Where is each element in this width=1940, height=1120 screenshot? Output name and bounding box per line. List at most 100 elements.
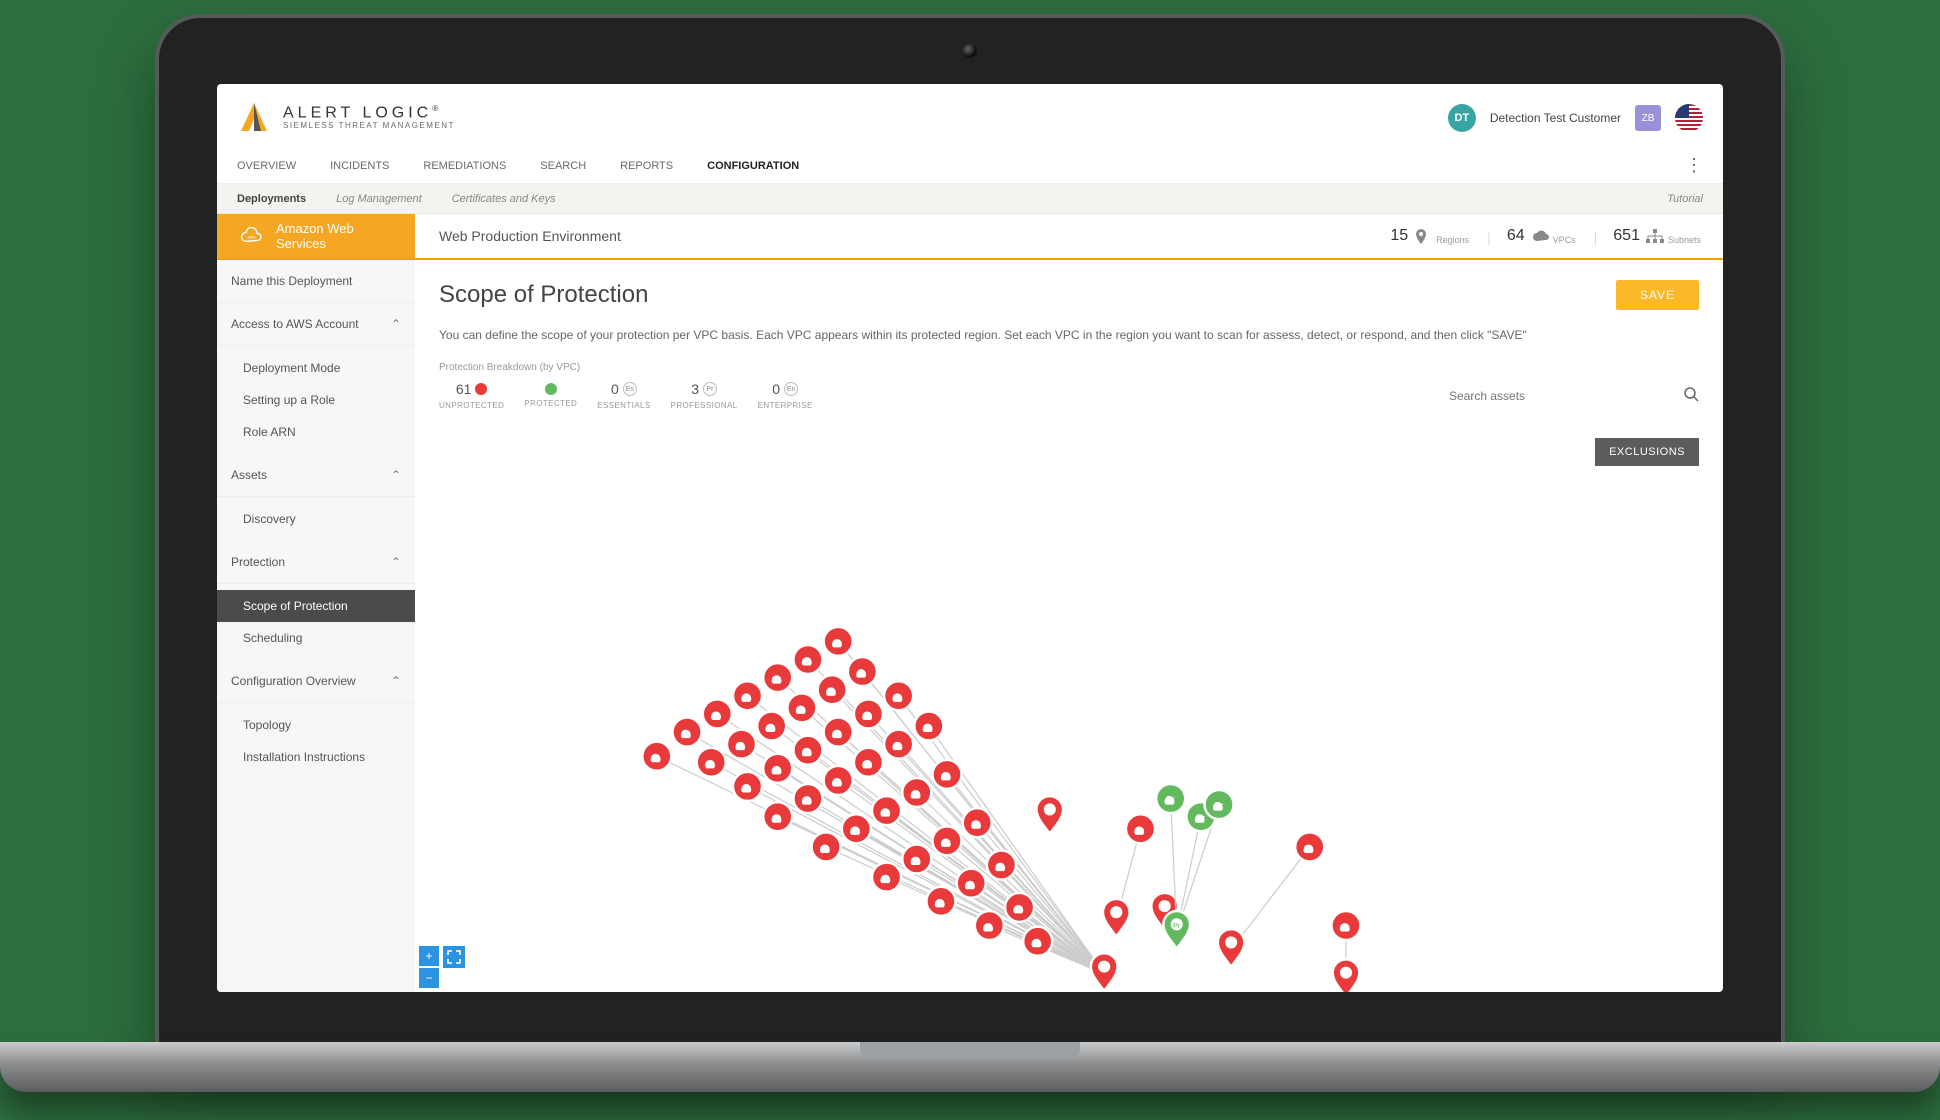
customer-name[interactable]: Detection Test Customer: [1490, 111, 1621, 125]
cloud-provider-chip[interactable]: aws Amazon Web Services: [217, 214, 415, 258]
environment-name: Web Production Environment: [415, 228, 1390, 244]
topology-node[interactable]: [1331, 911, 1360, 940]
sidebar-item-discovery[interactable]: Discovery: [217, 503, 415, 535]
topology-node[interactable]: [1023, 927, 1052, 956]
topology-node[interactable]: [793, 645, 822, 674]
topology-node[interactable]: [963, 808, 992, 837]
topology-node[interactable]: [697, 748, 726, 777]
secondary-tab-log-management[interactable]: Log Management: [336, 193, 422, 205]
topology-node[interactable]: [872, 863, 901, 892]
cloud-provider-label: Amazon Web Services: [276, 221, 393, 251]
breakdown-protected[interactable]: Protected: [524, 383, 577, 408]
topology-node[interactable]: [987, 851, 1016, 880]
topology-pin[interactable]: [1333, 959, 1360, 992]
zoom-in-button[interactable]: +: [419, 946, 439, 966]
sidebar-group-assets[interactable]: Assets⌃: [217, 454, 415, 497]
topology-node[interactable]: [902, 778, 931, 807]
topology-pin[interactable]: [1103, 899, 1130, 936]
more-menu-icon[interactable]: ⋮: [1685, 155, 1703, 176]
topology-node[interactable]: [673, 718, 702, 747]
primary-tab-reports[interactable]: REPORTS: [620, 160, 673, 172]
topology-node[interactable]: [824, 627, 853, 656]
topology-node[interactable]: [793, 784, 822, 813]
search-icon[interactable]: [1683, 386, 1699, 405]
topology-node[interactable]: Pr: [1156, 784, 1185, 813]
secondary-tab-deployments[interactable]: Deployments: [237, 193, 306, 205]
primary-tab-configuration[interactable]: CONFIGURATION: [707, 160, 799, 172]
account-avatar[interactable]: DT: [1448, 104, 1476, 132]
zoom-out-button[interactable]: −: [419, 968, 439, 988]
topology-node[interactable]: [1005, 893, 1034, 922]
primary-nav: OVERVIEW INCIDENTS REMEDIATIONS SEARCH REPOR…: [217, 148, 1723, 184]
sidebar-item-topology[interactable]: Topology: [217, 709, 415, 741]
sidebar-group-configuration-overview[interactable]: Configuration Overview⌃: [217, 660, 415, 703]
sidebar-item-scope-of-protection[interactable]: Scope of Protection: [217, 590, 415, 622]
sidebar-item-deployment-mode[interactable]: Deployment Mode: [217, 352, 415, 384]
primary-tab-remediations[interactable]: REMEDIATIONS: [423, 160, 506, 172]
topology-node[interactable]: [884, 730, 913, 759]
sidebar-item-scheduling[interactable]: Scheduling: [217, 622, 415, 654]
topology-node[interactable]: [957, 869, 986, 898]
topology-pin[interactable]: [1091, 953, 1118, 990]
topology-node[interactable]: [975, 911, 1004, 940]
topology-node[interactable]: [642, 742, 671, 771]
topology-node[interactable]: [932, 826, 961, 855]
topology-node[interactable]: [872, 796, 901, 825]
topology-node[interactable]: [757, 711, 786, 740]
cloud-icon: [1531, 229, 1547, 245]
brand-logo[interactable]: ALERT LOGIC® SIEMLESS THREAT MANAGEMENT: [237, 101, 455, 135]
topology-node[interactable]: [848, 657, 877, 686]
topology-node[interactable]: [787, 693, 816, 722]
topology-node[interactable]: [793, 736, 822, 765]
sidebar-group-name-this-deployment[interactable]: Name this Deployment: [217, 260, 415, 303]
topology-node[interactable]: [854, 699, 883, 728]
primary-tab-incidents[interactable]: INCIDENTS: [330, 160, 389, 172]
topology-node[interactable]: [733, 772, 762, 801]
save-button[interactable]: SAVE: [1616, 280, 1699, 310]
breakdown-unprotected[interactable]: 61 Unprotected: [439, 381, 504, 410]
topology-node[interactable]: [824, 766, 853, 795]
topology-node[interactable]: [1126, 814, 1155, 843]
topology-node[interactable]: [824, 718, 853, 747]
topology-node[interactable]: [926, 887, 955, 916]
topology-node[interactable]: Pr: [1205, 790, 1234, 819]
topology-node[interactable]: [812, 832, 841, 861]
sidebar-group-protection[interactable]: Protection⌃: [217, 541, 415, 584]
chevron-up-icon: ⌃: [391, 674, 401, 688]
topology-node[interactable]: [854, 748, 883, 777]
topology-node[interactable]: [763, 663, 792, 692]
topology-node[interactable]: [727, 730, 756, 759]
sidebar-group-access-to-aws-account[interactable]: Access to AWS Account⌃: [217, 303, 415, 346]
sidebar-item-setting-up-a-role[interactable]: Setting up a Role: [217, 384, 415, 416]
tutorial-link[interactable]: Tutorial: [1667, 193, 1703, 205]
topology-node[interactable]: [902, 844, 931, 873]
topology-node[interactable]: [914, 711, 943, 740]
topology-pin[interactable]: [1218, 929, 1245, 966]
topology-node[interactable]: [763, 802, 792, 831]
topology-node[interactable]: [932, 760, 961, 789]
search-input[interactable]: [1449, 389, 1669, 403]
primary-tab-search[interactable]: SEARCH: [540, 160, 586, 172]
secondary-nav: Deployments Log Management Certificates an…: [217, 184, 1723, 214]
user-badge[interactable]: ZB: [1635, 105, 1661, 131]
topology-node[interactable]: [884, 681, 913, 710]
breakdown-enterprise[interactable]: 0 EnEnterprise: [758, 381, 813, 410]
fit-screen-button[interactable]: [443, 946, 465, 968]
secondary-tab-certificates-and-keys[interactable]: Certificates and Keys: [452, 193, 556, 205]
breakdown-essentials[interactable]: 0 EsEssentials: [597, 381, 650, 410]
sidebar-item-installation-instructions[interactable]: Installation Instructions: [217, 741, 415, 773]
sidebar-item-role-arn[interactable]: Role ARN: [217, 416, 415, 448]
locale-flag-icon[interactable]: [1675, 104, 1703, 132]
topology-pin[interactable]: Pr: [1163, 911, 1190, 948]
topology-node[interactable]: [1295, 832, 1324, 861]
topology-node[interactable]: [818, 675, 847, 704]
breakdown-professional[interactable]: 3 PrProfessional: [671, 381, 738, 410]
topology-node[interactable]: [763, 754, 792, 783]
topology-node[interactable]: [703, 699, 732, 728]
primary-tab-overview[interactable]: OVERVIEW: [237, 160, 296, 172]
topology-pin[interactable]: [1036, 796, 1063, 833]
topology-node[interactable]: [842, 814, 871, 843]
cloud-icon: aws: [239, 227, 264, 245]
topology-node[interactable]: [733, 681, 762, 710]
topology-canvas[interactable]: PrPrPrPr + −: [415, 460, 1699, 992]
